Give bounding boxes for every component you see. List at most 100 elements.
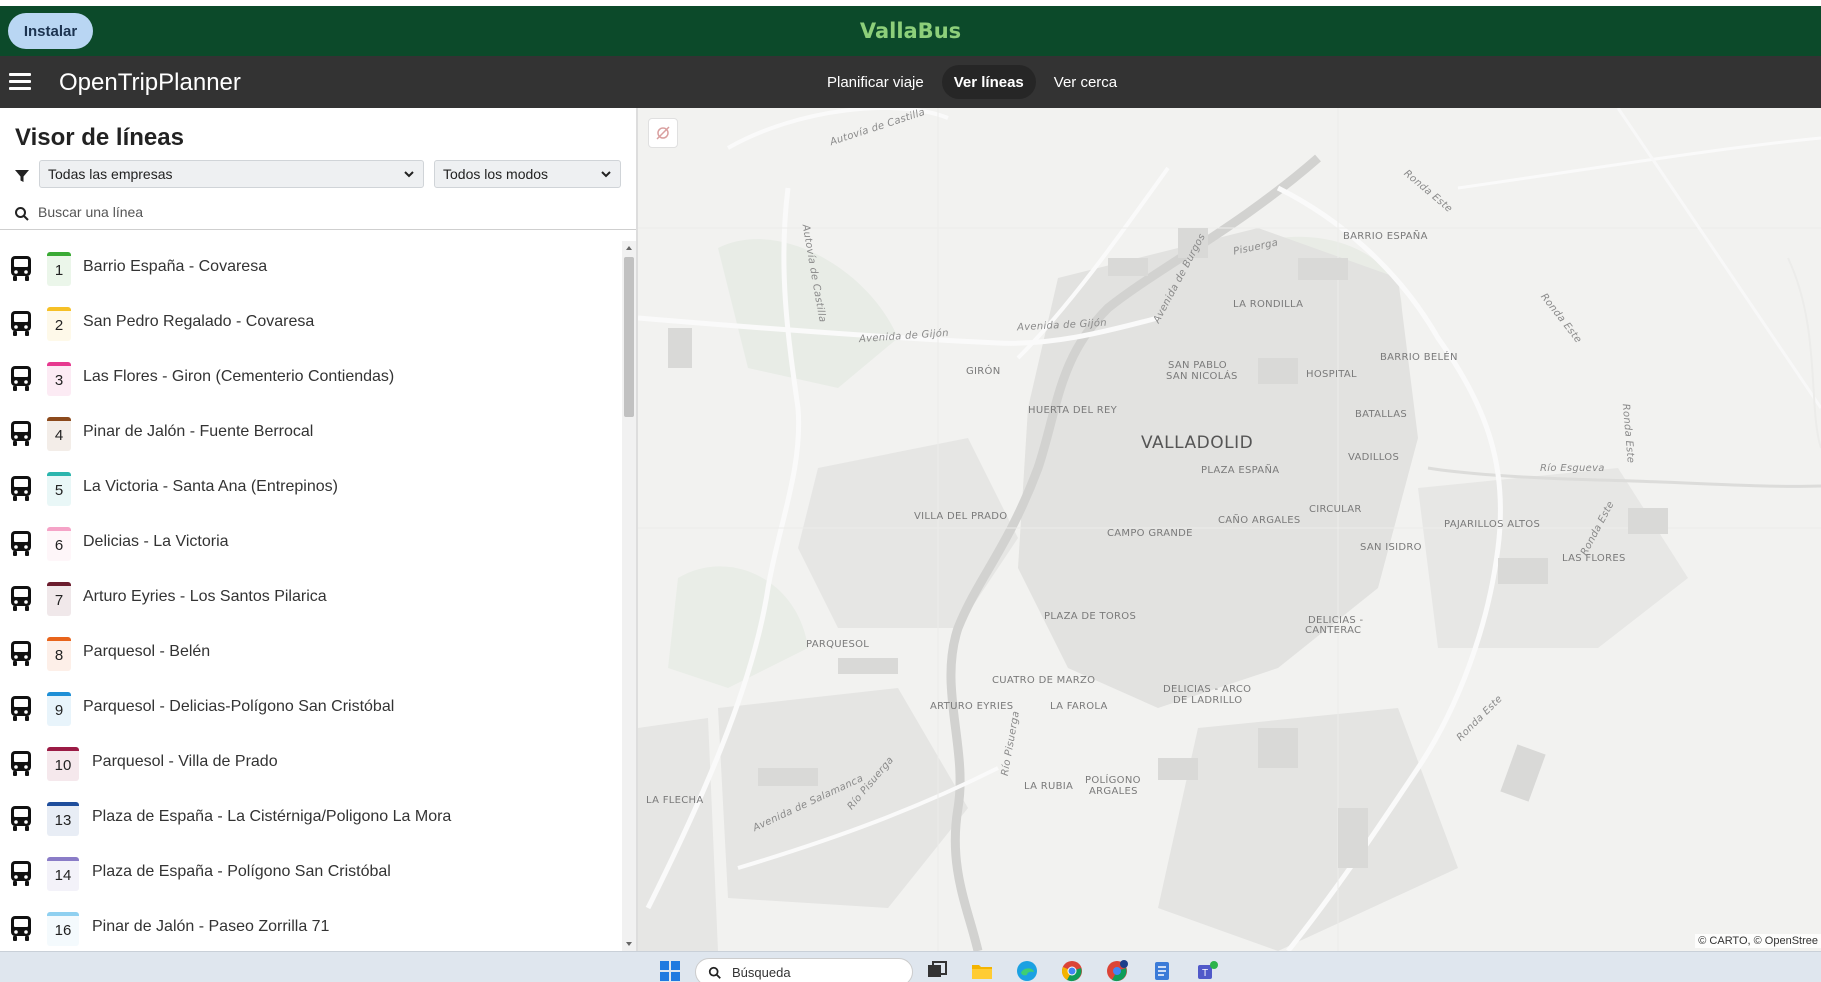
district-label: SAN ISIDRO bbox=[1360, 542, 1422, 553]
district-label: LA FLECHA bbox=[646, 795, 704, 806]
install-banner: Instalar VallaBus bbox=[0, 6, 1821, 56]
tab-view-lines[interactable]: Ver líneas bbox=[941, 65, 1036, 99]
search-icon bbox=[708, 966, 721, 979]
notepad-icon[interactable] bbox=[1150, 959, 1174, 982]
route-list-scrollbar[interactable] bbox=[622, 241, 636, 951]
district-label: PAJARILLOS ALTOS bbox=[1444, 519, 1541, 530]
bus-icon bbox=[11, 641, 31, 666]
route-number-badge: 8 bbox=[47, 637, 71, 671]
app-title[interactable]: OpenTripPlanner bbox=[59, 69, 241, 97]
route-name: Plaza de España - Polígono San Cristóbal bbox=[92, 863, 391, 880]
district-label: LAS FLORES bbox=[1562, 553, 1626, 564]
taskbar-search[interactable]: Búsqueda bbox=[695, 958, 913, 982]
district-label: PLAZA ESPAÑA bbox=[1201, 465, 1280, 476]
bus-icon bbox=[11, 531, 31, 556]
district-label: ARGALES bbox=[1089, 786, 1138, 797]
road-label: Río Esgueva bbox=[1540, 463, 1605, 474]
chevron-down-icon bbox=[601, 171, 611, 178]
route-number-badge: 10 bbox=[47, 747, 79, 781]
os-taskbar: Búsqueda T bbox=[0, 951, 1821, 982]
district-label: HUERTA DEL REY bbox=[1028, 405, 1118, 416]
route-number-badge: 13 bbox=[47, 802, 79, 836]
teams-icon[interactable]: T bbox=[1195, 959, 1219, 982]
company-select-value: Todas las empresas bbox=[48, 166, 173, 182]
app-root: Instalar VallaBus OpenTripPlanner Planif… bbox=[0, 0, 1821, 982]
tab-plan-trip[interactable]: Planificar viaje bbox=[815, 65, 936, 99]
route-name: Barrio España - Covaresa bbox=[83, 258, 268, 275]
hamburger-menu-icon[interactable] bbox=[9, 73, 31, 91]
file-explorer-icon[interactable] bbox=[970, 959, 994, 982]
district-label: CAMPO GRANDE bbox=[1107, 528, 1193, 539]
district-label: CANTERAC bbox=[1305, 625, 1362, 636]
route-list-item[interactable]: 7 Arturo Eyries - Los Santos Pilarica bbox=[0, 571, 622, 626]
map-tiles bbox=[638, 108, 1821, 951]
map-attribution[interactable]: © CARTO, © OpenStree bbox=[1695, 934, 1821, 948]
route-number-badge: 16 bbox=[47, 912, 79, 946]
recenter-map-button[interactable] bbox=[648, 118, 678, 148]
chrome-browser-icon[interactable] bbox=[1060, 959, 1084, 982]
route-number: 5 bbox=[54, 482, 64, 499]
edge-browser-icon[interactable] bbox=[1015, 959, 1039, 982]
bus-icon bbox=[11, 861, 31, 886]
route-viewer-panel: Visor de líneas Todas las empresas Todos… bbox=[0, 108, 638, 951]
route-list-item[interactable]: 16 Pinar de Jalón - Paseo Zorrilla 71 bbox=[0, 901, 622, 951]
city-label: VALLADOLID bbox=[1141, 433, 1254, 453]
mode-select[interactable]: Todos los modos bbox=[434, 160, 621, 188]
tab-view-nearby[interactable]: Ver cerca bbox=[1042, 65, 1129, 99]
route-list-item[interactable]: 4 Pinar de Jalón - Fuente Berrocal bbox=[0, 406, 622, 461]
windows-start-icon[interactable] bbox=[659, 960, 681, 982]
district-label: VILLA DEL PRADO bbox=[914, 511, 1008, 522]
search-icon bbox=[15, 207, 29, 221]
scroll-thumb[interactable] bbox=[624, 257, 634, 417]
route-list: 1 Barrio España - Covaresa 2 San Pedro Rega… bbox=[0, 241, 622, 951]
chrome-profile-icon[interactable] bbox=[1105, 959, 1129, 982]
bus-icon bbox=[11, 586, 31, 611]
route-number: 8 bbox=[54, 647, 64, 664]
route-name: San Pedro Regalado - Covaresa bbox=[83, 313, 315, 330]
route-list-item[interactable]: 6 Delicias - La Victoria bbox=[0, 516, 622, 571]
bus-icon bbox=[11, 916, 31, 941]
route-name: Parquesol - Villa de Prado bbox=[92, 753, 278, 770]
route-number-badge: 5 bbox=[47, 472, 71, 506]
district-label: GIRÓN bbox=[966, 366, 1001, 377]
task-view-icon[interactable] bbox=[925, 959, 949, 982]
district-label: LA RONDILLA bbox=[1233, 299, 1304, 310]
route-number-badge: 14 bbox=[47, 857, 79, 891]
bus-icon bbox=[11, 366, 31, 391]
route-list-item[interactable]: 14 Plaza de España - Polígono San Cristób… bbox=[0, 846, 622, 901]
district-label: CAÑO ARGALES bbox=[1218, 515, 1301, 526]
district-label: PLAZA DE TOROS bbox=[1044, 611, 1137, 622]
route-list-item[interactable]: 2 San Pedro Regalado - Covaresa bbox=[0, 296, 622, 351]
map-view[interactable]: VALLADOLID BARRIO ESPAÑA LA RONDILLA SAN… bbox=[638, 108, 1821, 951]
route-number: 14 bbox=[54, 867, 72, 884]
route-list-item[interactable]: 10 Parquesol - Villa de Prado bbox=[0, 736, 622, 791]
route-name: Parquesol - Belén bbox=[83, 643, 211, 660]
route-number-badge: 2 bbox=[47, 307, 71, 341]
district-label: DE LADRILLO bbox=[1173, 695, 1243, 706]
route-number: 2 bbox=[54, 317, 64, 334]
district-label: PARQUESOL bbox=[806, 639, 870, 650]
company-select[interactable]: Todas las empresas bbox=[39, 160, 424, 188]
route-list-item[interactable]: 13 Plaza de España - La Cistérniga/Poligo… bbox=[0, 791, 622, 846]
route-name: Delicias - La Victoria bbox=[83, 533, 229, 550]
route-name: Las Flores - Giron (Cementerio Contienda… bbox=[83, 368, 395, 385]
route-list-item[interactable]: 3 Las Flores - Giron (Cementerio Contiend… bbox=[0, 351, 622, 406]
scroll-up-arrow-icon[interactable] bbox=[622, 241, 636, 255]
route-number-badge: 7 bbox=[47, 582, 71, 616]
bus-icon bbox=[11, 256, 31, 281]
district-label: CUATRO DE MARZO bbox=[992, 675, 1096, 686]
search-input[interactable] bbox=[38, 200, 598, 224]
scroll-down-arrow-icon[interactable] bbox=[622, 937, 636, 951]
route-name: Arturo Eyries - Los Santos Pilarica bbox=[83, 588, 327, 605]
route-list-item[interactable]: 5 La Victoria - Santa Ana (Entrepinos) bbox=[0, 461, 622, 516]
route-number-badge: 6 bbox=[47, 527, 71, 561]
route-name: Pinar de Jalón - Paseo Zorrilla 71 bbox=[92, 918, 330, 935]
route-list-item[interactable]: 1 Barrio España - Covaresa bbox=[0, 241, 622, 296]
route-name: Plaza de España - La Cistérniga/Poligono… bbox=[92, 808, 452, 825]
district-label: SAN PABLO bbox=[1168, 360, 1227, 371]
filter-icon bbox=[15, 170, 29, 182]
route-number-badge: 1 bbox=[47, 252, 71, 286]
route-list-item[interactable]: 9 Parquesol - Delicias-Polígono San Crist… bbox=[0, 681, 622, 736]
route-list-item[interactable]: 8 Parquesol - Belén bbox=[0, 626, 622, 681]
district-label: ARTURO EYRIES bbox=[930, 701, 1014, 712]
